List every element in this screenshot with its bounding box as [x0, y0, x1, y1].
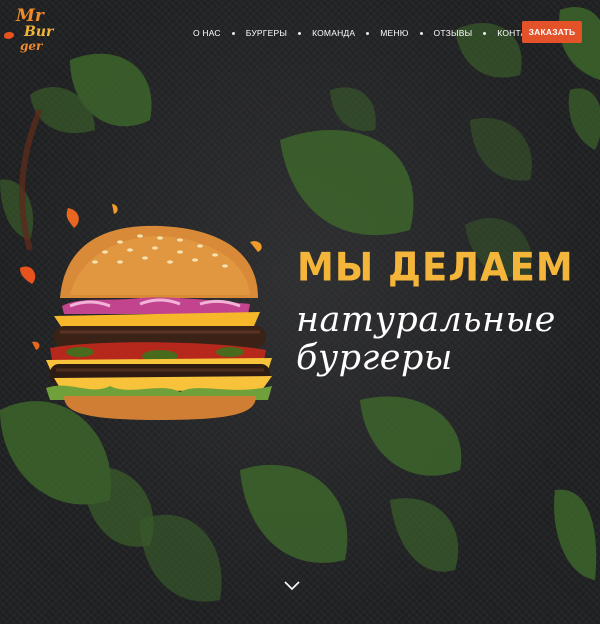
nav-item-about[interactable]: О НАС: [193, 28, 221, 38]
nav-separator: [298, 31, 302, 35]
nav-separator: [231, 31, 235, 35]
hero-subtitle-line1: натуральные: [296, 300, 556, 340]
sauce-splash: [250, 241, 262, 252]
leaf: [390, 498, 459, 572]
chevron-down-icon[interactable]: [283, 580, 301, 592]
leaf: [554, 489, 597, 580]
leaf: [280, 130, 414, 236]
bottom-bun: [64, 396, 256, 420]
logo-splash: [4, 32, 14, 39]
leaf: [568, 88, 600, 150]
nav-item-menu[interactable]: МЕНЮ: [380, 28, 408, 38]
nav-separator: [366, 31, 370, 35]
sauce-splash: [20, 266, 36, 284]
burger-image: [20, 204, 272, 420]
main-nav: О НАС БУРГЕРЫ КОМАНДА МЕНЮ ОТЗЫВЫ КОНТАК…: [193, 27, 545, 39]
nav-item-team[interactable]: КОМАНДА: [312, 28, 355, 38]
nav-separator: [483, 31, 487, 35]
logo[interactable]: Mr Bur ger: [4, 6, 62, 56]
hero-subtitle-line2: бургеры: [296, 338, 453, 378]
logo-text-bur: Bur: [24, 24, 54, 40]
sauce-splash: [66, 208, 79, 228]
nav-item-reviews[interactable]: ОТЗЫВЫ: [434, 28, 473, 38]
leaf: [330, 87, 376, 131]
leaf: [559, 7, 600, 80]
leaf: [140, 514, 222, 602]
nav-item-burgers[interactable]: БУРГЕРЫ: [246, 28, 287, 38]
leaf: [360, 396, 462, 476]
sauce-splash: [112, 204, 118, 214]
sauce-splash: [32, 341, 40, 350]
logo-text-mr: Mr: [16, 6, 44, 26]
nav-separator: [419, 31, 423, 35]
leaf: [240, 464, 348, 563]
hero-section: Mr Bur ger О НАС БУРГЕРЫ КОМАНДА МЕНЮ ОТ…: [0, 0, 600, 624]
leaf: [470, 118, 532, 181]
logo-text-ger: ger: [20, 39, 43, 53]
order-button[interactable]: ЗАКАЗАТЬ: [522, 21, 582, 43]
hero-title: МЫ ДЕЛАЕМ: [297, 244, 574, 291]
